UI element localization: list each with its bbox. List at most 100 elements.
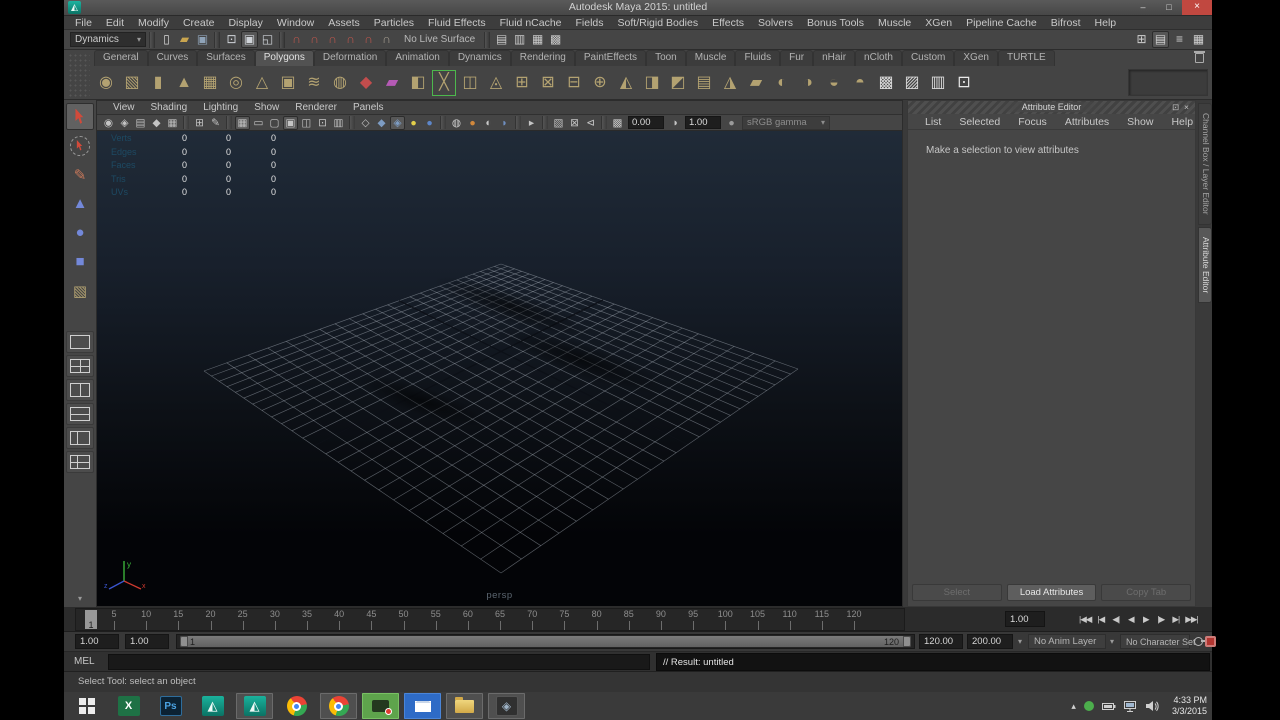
step-forward-key-button[interactable]: |▶ — [1154, 610, 1167, 628]
select-tool[interactable] — [66, 103, 94, 130]
shelf-tab-custom[interactable]: Custom — [901, 50, 955, 66]
viewport-menu-shading[interactable]: Shading — [143, 102, 196, 113]
load-attributes-button[interactable]: Load Attributes — [1006, 584, 1097, 601]
shelf-tab-fluids[interactable]: Fluids — [735, 50, 781, 66]
exposure-icon[interactable]: ▩ — [610, 116, 625, 130]
step-back-key-button[interactable]: ◀| — [1109, 610, 1122, 628]
symmetry-icon[interactable]: ◐ — [770, 70, 794, 96]
insert-edge-loop-icon[interactable]: ◫ — [458, 70, 482, 96]
mirror-geometry-icon[interactable]: ◮ — [718, 70, 742, 96]
shelf-tab-polygons[interactable]: Polygons — [254, 50, 314, 66]
undock-icon[interactable]: ⊡ — [1170, 102, 1181, 113]
play-forwards-button[interactable]: ▶ — [1139, 610, 1152, 628]
multi-cut-icon[interactable]: ╳ — [432, 70, 456, 96]
shelf-tab-painteffects[interactable]: PaintEffects — [574, 50, 647, 66]
poly-sphere-icon[interactable]: ◉ — [94, 70, 118, 96]
shelf-tab-xgen[interactable]: XGen — [954, 50, 998, 66]
viewport-menu-panels[interactable]: Panels — [345, 102, 392, 113]
maya-taskbar-icon-active[interactable]: ◭ — [236, 693, 273, 719]
turtle-render-icon[interactable]: ⊡ — [952, 70, 976, 96]
menu-fields[interactable]: Fields — [569, 16, 611, 30]
gamma-icon[interactable]: ◑ — [667, 116, 682, 130]
bevel-icon[interactable]: ◩ — [666, 70, 690, 96]
select-object-icon[interactable]: ▣ — [241, 31, 258, 48]
bookmarks-icon[interactable]: ◆ — [149, 116, 164, 130]
ae-menu-selected[interactable]: Selected — [950, 116, 1009, 128]
move-tool[interactable]: ▲ — [66, 190, 94, 217]
gamma-field[interactable]: 1.00 — [685, 116, 721, 129]
turtle-bake-icon[interactable]: ▨ — [900, 70, 924, 96]
start-button[interactable] — [68, 693, 105, 719]
snap-to-projected-center-icon[interactable]: ∩ — [342, 31, 359, 48]
viewport-menu-lighting[interactable]: Lighting — [195, 102, 246, 113]
xray-icon[interactable]: ▧ — [551, 116, 566, 130]
menu-fluid-ncache[interactable]: Fluid nCache — [493, 16, 569, 30]
maya-taskbar-icon[interactable]: ◭ — [194, 693, 231, 719]
gate-mask-icon[interactable]: ▣ — [283, 115, 298, 130]
extrude-icon[interactable]: ◨ — [640, 70, 664, 96]
menu-muscle[interactable]: Muscle — [871, 16, 918, 30]
screen-recorder-taskbar-icon[interactable] — [362, 693, 399, 719]
paint-select-tool[interactable]: ✎ — [66, 161, 94, 188]
viewport-menu-renderer[interactable]: Renderer — [287, 102, 345, 113]
poly-helix-icon[interactable]: ≋ — [302, 70, 326, 96]
no-color-management-icon[interactable]: ● — [724, 116, 739, 130]
current-time-field[interactable]: 1.00 — [1005, 611, 1045, 627]
menu-solvers[interactable]: Solvers — [751, 16, 800, 30]
menu-create[interactable]: Create — [176, 16, 222, 30]
poly-soccer-ball-icon[interactable]: ◍ — [328, 70, 352, 96]
volume-icon[interactable] — [1145, 700, 1160, 712]
ae-menu-show[interactable]: Show — [1118, 116, 1162, 128]
shelf-tab-surfaces[interactable]: Surfaces — [197, 50, 255, 66]
field-chart-icon[interactable]: ◫ — [299, 116, 314, 130]
bridge-icon[interactable]: ▤ — [692, 70, 716, 96]
snap-to-view-planes-icon[interactable]: ∩ — [360, 31, 377, 48]
shelf-tab-nhair[interactable]: nHair — [813, 50, 856, 66]
maximize-button[interactable]: □ — [1156, 0, 1182, 15]
select-component-icon[interactable]: ◱ — [259, 31, 276, 48]
side-tab-channel-box-layer-editor[interactable]: Channel Box / Layer Editor — [1198, 103, 1212, 225]
shelf-tab-ncloth[interactable]: nCloth — [855, 50, 902, 66]
average-vertices-icon[interactable]: ◑ — [796, 70, 820, 96]
combine-icon[interactable]: ⊞ — [510, 70, 534, 96]
menu-bifrost[interactable]: Bifrost — [1044, 16, 1088, 30]
menu-modify[interactable]: Modify — [131, 16, 176, 30]
menu-effects[interactable]: Effects — [705, 16, 751, 30]
toolbox-scroll-arrow[interactable]: ▾ — [64, 594, 96, 603]
shelf-tab-curves[interactable]: Curves — [147, 50, 198, 66]
camera-lock-icon[interactable]: ◈ — [117, 116, 132, 130]
last-tool-used[interactable]: ▧ — [66, 277, 94, 304]
menu-help[interactable]: Help — [1088, 16, 1124, 30]
attribute-editor-toggle-icon[interactable]: ▤ — [1152, 31, 1169, 48]
photo-viewer-taskbar-icon[interactable]: ◈ — [488, 693, 525, 719]
render-settings-icon[interactable]: ▩ — [547, 31, 564, 48]
shadows-icon[interactable]: ● — [422, 116, 437, 130]
poly-cylinder-icon[interactable]: ▮ — [146, 70, 170, 96]
current-frame-marker[interactable]: 1 — [85, 610, 97, 630]
checker-bake-icon[interactable]: ▩ — [874, 70, 898, 96]
depth-of-field-icon[interactable]: ◗ — [497, 116, 512, 130]
network-icon[interactable] — [1123, 700, 1137, 712]
resolution-gate-icon[interactable]: ▢ — [267, 116, 282, 130]
rotate-tool[interactable]: ● — [66, 219, 94, 246]
extract-icon[interactable]: ⊟ — [562, 70, 586, 96]
playback-start-field[interactable]: 1.00 — [125, 634, 169, 649]
photoshop-taskbar-icon[interactable]: Ps — [152, 693, 189, 719]
paint-transfer-icon[interactable]: ◓ — [848, 70, 872, 96]
lasso-select-tool[interactable] — [66, 132, 94, 159]
grease-pencil-icon[interactable]: ✎ — [208, 116, 223, 130]
layout-persp-outliner[interactable] — [66, 451, 94, 473]
character-set-dropdown[interactable]: No Character Set — [1120, 634, 1196, 649]
menu-soft-rigid-bodies[interactable]: Soft/Rigid Bodies — [611, 16, 706, 30]
minimize-button[interactable]: – — [1130, 0, 1156, 15]
play-backwards-button[interactable]: ◀ — [1124, 610, 1137, 628]
use-all-lights-icon[interactable]: ● — [406, 116, 421, 130]
boolean-union-icon[interactable]: ⊕ — [588, 70, 612, 96]
channel-box-toggle-icon[interactable]: ▦ — [1190, 31, 1207, 48]
ae-menu-attributes[interactable]: Attributes — [1056, 116, 1118, 128]
step-back-frame-button[interactable]: |◀ — [1094, 610, 1107, 628]
menu-file[interactable]: File — [68, 16, 99, 30]
layout-two-pane-side-by-side[interactable] — [66, 379, 94, 401]
playback-end-field[interactable]: 120.00 — [919, 634, 963, 649]
menu-assets[interactable]: Assets — [321, 16, 367, 30]
